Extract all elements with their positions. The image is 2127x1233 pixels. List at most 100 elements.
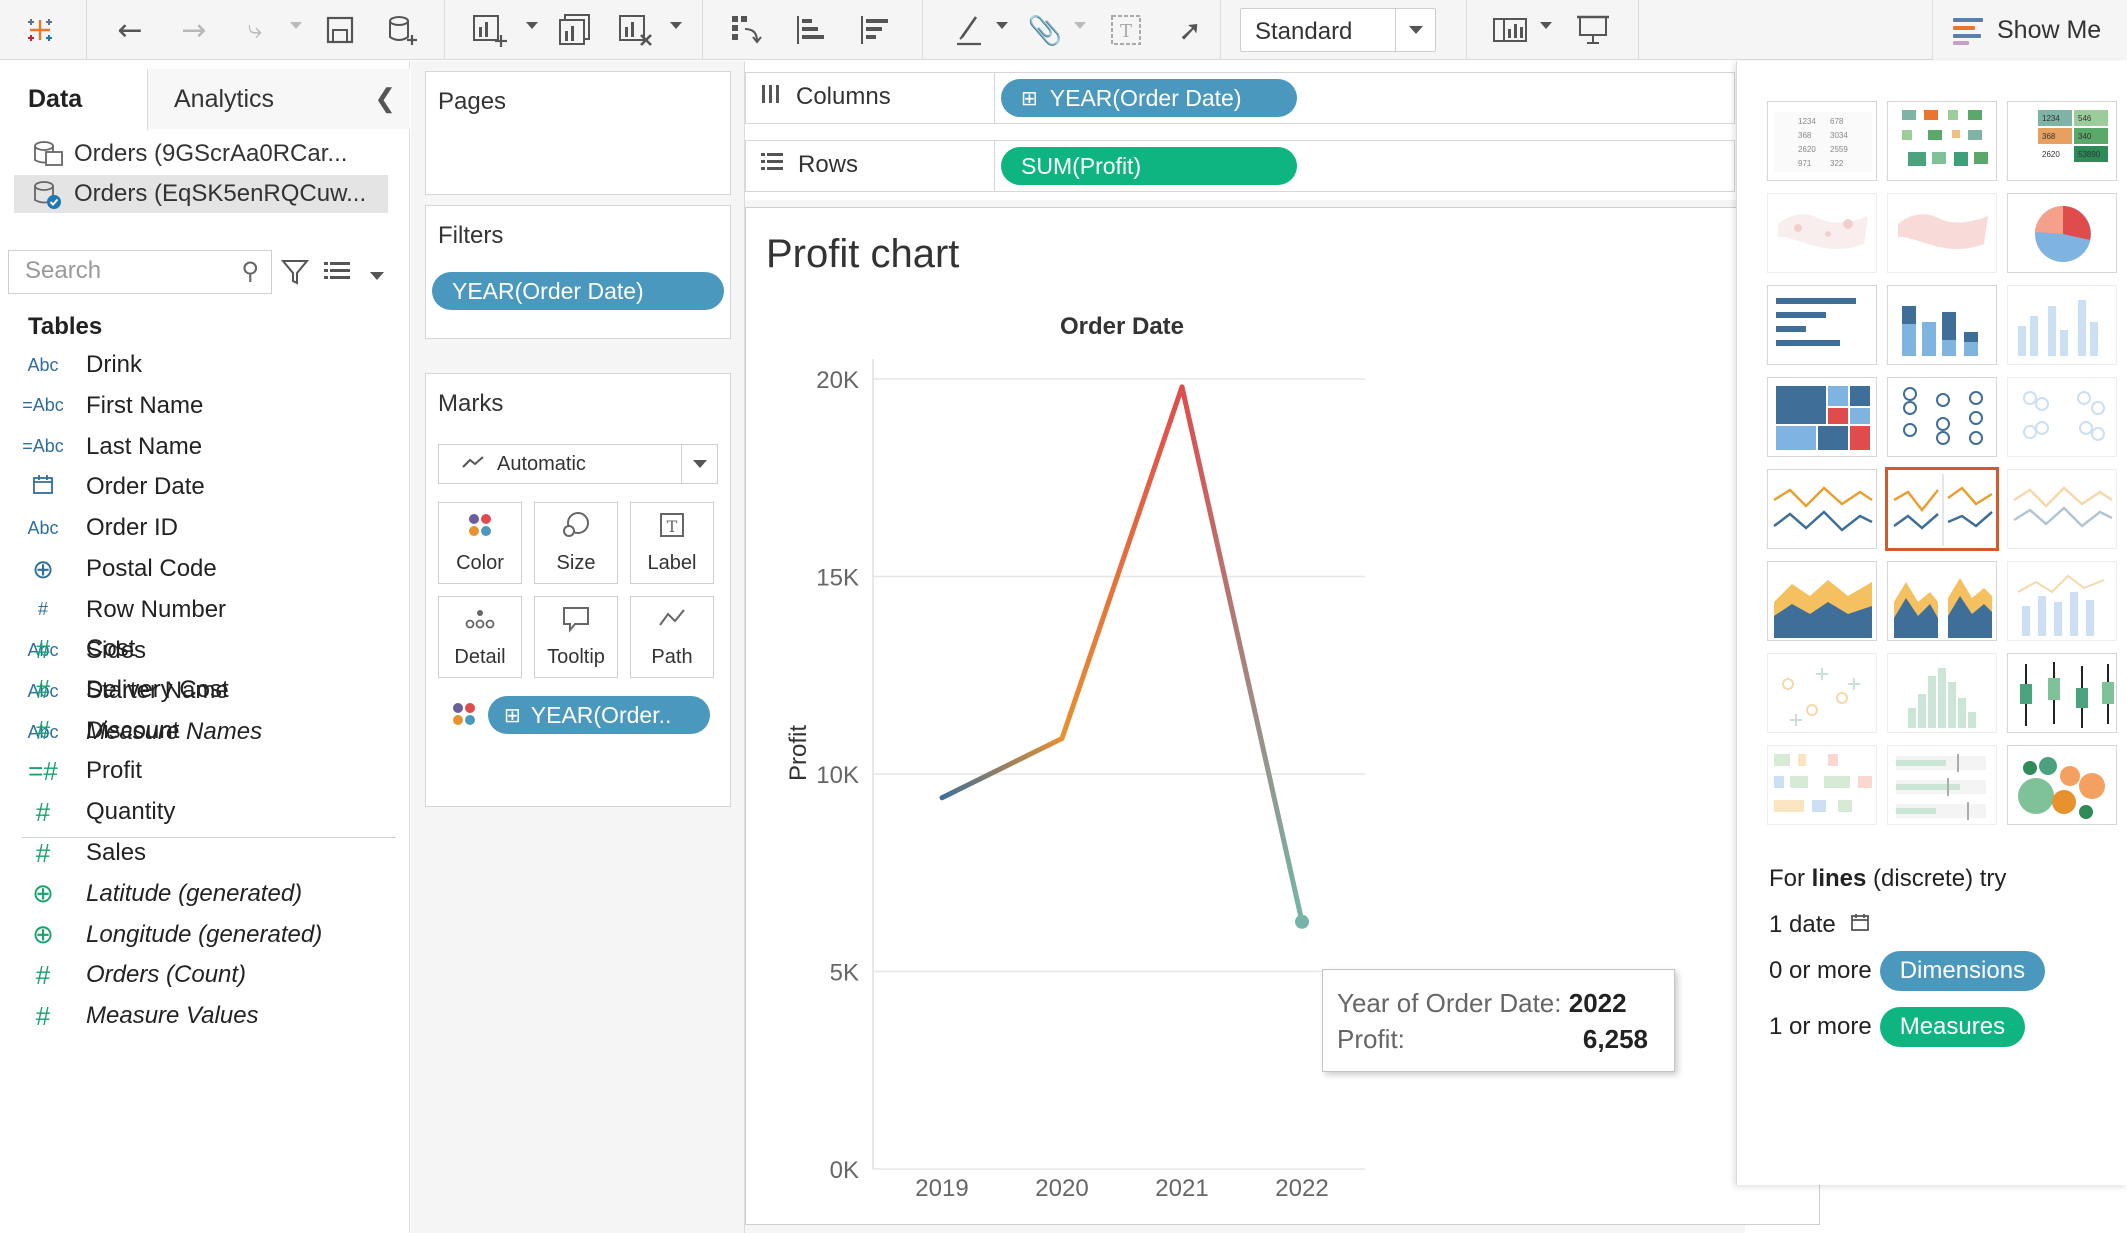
label-button[interactable]: T Label <box>630 502 714 584</box>
detail-button[interactable]: Detail <box>438 596 522 678</box>
sort-ascending-icon[interactable] <box>788 8 834 52</box>
swap-rows-columns-icon[interactable] <box>724 8 770 52</box>
field-order-date[interactable]: Order Date <box>0 467 400 507</box>
field-quantity[interactable]: # Quantity <box>0 792 400 832</box>
filters-card[interactable]: Filters YEAR(Order Date) <box>425 205 731 339</box>
view-list-icon[interactable] <box>322 259 352 290</box>
new-datasource-icon[interactable] <box>380 8 424 52</box>
presentation-mode-icon[interactable] <box>1570 8 1616 52</box>
chevron-down-icon[interactable] <box>681 445 717 483</box>
field-first-name[interactable]: =Abc First Name <box>0 386 400 426</box>
columns-pill[interactable]: ⊞ YEAR(Order Date) <box>1001 79 1297 117</box>
field-last-name[interactable]: =Abc Last Name <box>0 427 400 467</box>
replay-icon[interactable]: ⤷ <box>232 8 278 52</box>
tooltip-button[interactable]: Tooltip <box>534 596 618 678</box>
text-table-thumb[interactable]: 1234 678 368 3034 2620 2559 971 322 <box>1767 101 1877 181</box>
path-button[interactable]: Path <box>630 596 714 678</box>
field-delivery-cost[interactable]: # Delivery Cost <box>0 670 400 710</box>
heat-map-thumb[interactable] <box>1887 101 1997 181</box>
size-button[interactable]: Size <box>534 502 618 584</box>
area-discrete-thumb[interactable] <box>1887 561 1997 641</box>
save-icon[interactable] <box>318 8 362 52</box>
field-measure-values[interactable]: # Measure Values <box>0 996 400 1036</box>
view-list-caret-icon[interactable] <box>370 272 384 280</box>
bullet-graph-thumb[interactable] <box>1887 745 1997 825</box>
clear-sheet-icon[interactable] <box>612 8 658 52</box>
filled-map-thumb[interactable] <box>1887 193 1997 273</box>
line-chart[interactable]: Order Date 0K 5K 10K 15K 20K Profit 2019 2020 202… <box>746 208 1821 1226</box>
tableau-logo-icon[interactable] <box>18 8 62 52</box>
show-cards-icon[interactable] <box>1488 8 1534 52</box>
fit-mode-select[interactable]: Standard <box>1240 8 1436 52</box>
mark-type-select[interactable]: Automatic <box>438 444 718 484</box>
pages-card[interactable]: Pages <box>425 71 731 195</box>
duplicate-sheet-icon[interactable] <box>552 8 598 52</box>
color-pill[interactable]: ⊞ YEAR(Order.. <box>488 696 710 734</box>
search-input[interactable] <box>25 251 225 291</box>
expand-plus-icon[interactable]: ⊞ <box>504 703 521 728</box>
new-worksheet-icon[interactable] <box>466 8 512 52</box>
histogram-thumb[interactable] <box>1887 653 1997 733</box>
lines-discrete-thumb[interactable] <box>1885 467 1999 551</box>
field-search[interactable]: ⚲ <box>8 250 272 294</box>
field-row-number[interactable]: # Row Number <box>0 590 400 630</box>
filter-fields-icon[interactable] <box>280 257 310 294</box>
field-order-id[interactable]: Abc Order ID <box>0 508 400 548</box>
box-whisker-thumb[interactable] <box>2007 653 2117 733</box>
highlight-caret-icon[interactable] <box>996 22 1008 29</box>
area-continuous-thumb[interactable] <box>1767 561 1877 641</box>
field-orders-count[interactable]: # Orders (Count) <box>0 955 400 995</box>
scatter-plot-thumb[interactable] <box>1767 653 1877 733</box>
chevron-down-icon[interactable] <box>1395 9 1435 51</box>
field-cost[interactable]: # Cost <box>0 629 400 669</box>
columns-shelf[interactable]: Columns ⊞ YEAR(Order Date) <box>745 72 1735 124</box>
field-profit[interactable]: =# Profit <box>0 751 400 791</box>
show-cards-caret-icon[interactable] <box>1540 22 1552 29</box>
rows-shelf[interactable]: Rows SUM(Profit) <box>745 140 1735 192</box>
circle-views-thumb[interactable] <box>1887 377 1997 457</box>
tab-data-label: Data <box>28 85 83 113</box>
group-caret-icon[interactable] <box>1074 22 1086 29</box>
highlight-table-thumb[interactable]: 1234 546 368 340 2620 53890 <box>2007 101 2117 181</box>
undo-icon[interactable]: ← <box>108 8 152 52</box>
horizontal-bars-thumb[interactable] <box>1767 285 1877 365</box>
stacked-bars-thumb[interactable] <box>1887 285 1997 365</box>
group-members-icon[interactable]: 📎 <box>1024 8 1066 52</box>
side-by-side-bars-thumb[interactable] <box>2007 285 2117 365</box>
field-sales[interactable]: # Sales <box>0 833 400 873</box>
show-me-button[interactable]: Show Me <box>1932 0 2127 60</box>
collapse-pane-icon[interactable]: ❮ <box>374 83 396 114</box>
gantt-chart-thumb[interactable] <box>1767 745 1877 825</box>
tab-data[interactable]: Data <box>0 69 148 130</box>
replay-caret-icon[interactable] <box>290 22 302 29</box>
tab-analytics[interactable]: Analytics <box>148 69 410 129</box>
rows-pill[interactable]: SUM(Profit) <box>1001 147 1297 185</box>
treemap-thumb[interactable] <box>1767 377 1877 457</box>
lines-continuous-thumb[interactable] <box>1767 469 1877 549</box>
expand-plus-icon[interactable]: ⊞ <box>1021 86 1038 111</box>
symbol-map-thumb[interactable] <box>1767 193 1877 273</box>
color-button[interactable]: Color <box>438 502 522 584</box>
sort-descending-icon[interactable] <box>852 8 898 52</box>
viz-container[interactable]: Profit chart Order Date 0K 5K 10K 15K 20K Prof… <box>745 207 1820 1225</box>
field-longitude-generated[interactable]: ⊕ Longitude (generated) <box>0 915 400 955</box>
dual-combination-thumb[interactable] <box>2007 561 2117 641</box>
label-label: Label <box>647 552 697 574</box>
redo-icon[interactable]: → <box>172 8 216 52</box>
field-discount[interactable]: # Discount <box>0 711 400 751</box>
pie-chart-thumb[interactable] <box>2007 193 2117 273</box>
dual-lines-thumb[interactable] <box>2007 469 2117 549</box>
fix-axes-icon[interactable]: ➚ <box>1168 8 1212 52</box>
datasource-item-selected[interactable]: Orders (EqSK5enRQCuw... <box>14 175 388 213</box>
packed-bubbles-thumb[interactable] <box>2007 745 2117 825</box>
side-by-side-circles-thumb[interactable] <box>2007 377 2117 457</box>
filter-pill[interactable]: YEAR(Order Date) <box>432 272 724 310</box>
show-mark-labels-icon[interactable]: T <box>1104 8 1148 52</box>
field-drink[interactable]: Abc Drink <box>0 345 400 385</box>
datasource-item[interactable]: Orders (9GScrAa0RCar... <box>14 135 388 173</box>
clear-sheet-caret-icon[interactable] <box>670 22 682 29</box>
field-latitude-generated[interactable]: ⊕ Latitude (generated) <box>0 874 400 914</box>
highlight-icon[interactable] <box>948 8 990 52</box>
field-postal-code[interactable]: ⊕ Postal Code <box>0 549 400 589</box>
new-worksheet-caret-icon[interactable] <box>526 22 538 29</box>
